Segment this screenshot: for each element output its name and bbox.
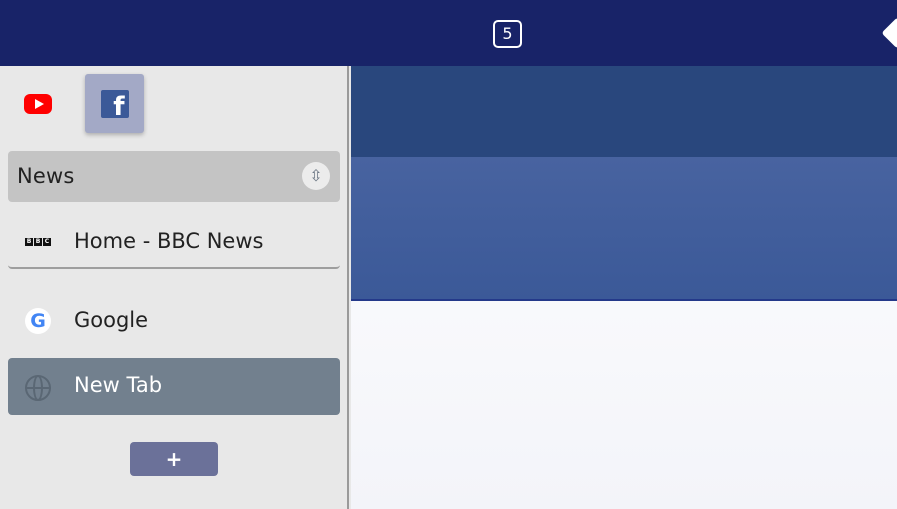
pinned-youtube[interactable] <box>8 74 67 133</box>
sidebar: f News ⇳ BBC Home - BBC News G Google Ne… <box>0 66 349 509</box>
collapse-arrow-icon[interactable] <box>881 17 897 49</box>
content-header-band <box>351 66 897 157</box>
tab-group-title: News <box>17 164 75 188</box>
youtube-icon <box>23 93 52 114</box>
google-icon: G <box>24 307 52 335</box>
facebook-icon: f <box>100 89 129 118</box>
tab-new-tab[interactable]: New Tab <box>8 358 340 415</box>
up-down-arrows-icon[interactable]: ⇳ <box>302 162 330 190</box>
globe-icon <box>24 374 52 402</box>
top-bar: 5 <box>0 0 897 66</box>
tab-label: Google <box>74 308 149 332</box>
tab-google[interactable]: G Google <box>8 291 340 348</box>
pinned-facebook[interactable]: f <box>85 74 144 133</box>
tab-label: New Tab <box>74 373 163 397</box>
tab-label: Home - BBC News <box>74 229 264 253</box>
page-content <box>351 66 897 509</box>
bbc-icon: BBC <box>25 238 51 246</box>
tab-count-badge[interactable]: 5 <box>493 20 522 48</box>
tab-bbc-news[interactable]: BBC Home - BBC News <box>8 212 340 269</box>
content-banner <box>351 157 897 301</box>
add-tab-button[interactable]: + <box>130 442 218 476</box>
tab-group-header[interactable]: News ⇳ <box>8 151 340 202</box>
